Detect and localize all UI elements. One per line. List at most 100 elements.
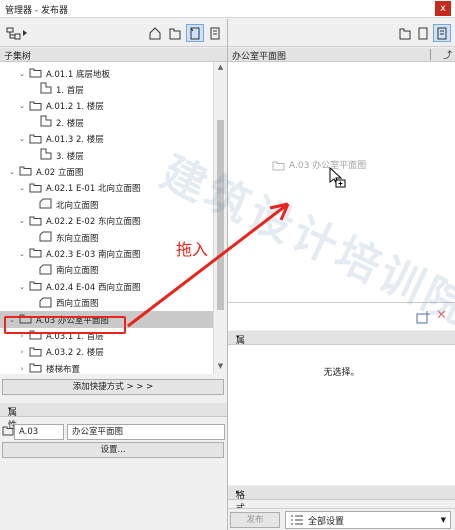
folder-icon: [26, 132, 46, 147]
right-layout-button[interactable]: [396, 24, 414, 42]
drag-in-label: 拖入: [176, 240, 209, 259]
elevation-view-icon: [39, 264, 52, 275]
drawing-icon: [190, 27, 200, 40]
folder-icon: [16, 164, 36, 179]
plan-view-icon: [40, 82, 52, 94]
tree-row-label: 东向立面图: [56, 233, 99, 244]
expand-chevron-icon[interactable]: ⌄: [18, 70, 26, 78]
folder-icon: [29, 347, 42, 357]
folder-icon: [26, 66, 46, 81]
plan-view-icon: [40, 148, 52, 160]
right-header-label: 办公室平面图: [232, 52, 287, 62]
folder-icon: [272, 161, 285, 170]
pin-icon[interactable]: ⤴: [443, 48, 452, 61]
expand-chevron-icon[interactable]: ⌄: [18, 102, 26, 110]
publisher-icon: [437, 27, 447, 40]
tree-row[interactable]: 2. 楼层: [0, 114, 213, 131]
elevation-view-icon: [39, 231, 52, 242]
collapsed-chevron-icon[interactable]: ›: [18, 348, 26, 356]
tree-row-label: 3. 楼层: [56, 151, 84, 162]
right-header: 办公室平面图 ⤴: [228, 48, 455, 62]
folder-icon: [29, 134, 42, 144]
tree-row[interactable]: ⌄ A.01.1 底层地板: [0, 65, 213, 82]
publisher-icon: [210, 27, 220, 40]
publish-button[interactable]: 发布: [230, 512, 280, 528]
tree-row[interactable]: 1. 首层: [0, 81, 213, 98]
drag-arrow-annotation: [127, 202, 290, 328]
layout-view-button[interactable]: [166, 24, 184, 42]
left-toolbar: [0, 19, 227, 47]
right-properties-panel: 无选择。: [228, 345, 455, 485]
left-props-header[interactable]: ▾ 属性: [0, 403, 227, 431]
expand-chevron-icon[interactable]: ⌄: [8, 168, 16, 176]
selection-highlight-box: [4, 316, 126, 334]
tree-row-label: A.03.2 2. 楼层: [46, 348, 104, 359]
list-icon: [291, 515, 303, 525]
house-icon: [149, 27, 161, 40]
house-view-button[interactable]: [146, 24, 164, 42]
id-field[interactable]: A.03: [14, 424, 64, 440]
name-field[interactable]: 办公室平面图: [67, 424, 225, 440]
elevation-view-icon: [36, 197, 56, 212]
tree-row-label: 南向立面图: [56, 266, 99, 277]
folder-icon: [26, 214, 46, 229]
tree-row-label: A.01.3 2. 楼层: [46, 135, 104, 146]
drawing-view-button[interactable]: [186, 24, 204, 42]
expand-chevron-icon[interactable]: ⌄: [18, 135, 26, 143]
chevron-down-icon: ▼: [440, 516, 446, 524]
left-bottom-bar: [0, 508, 227, 530]
folder-icon: [29, 363, 42, 373]
plan-view-icon: [36, 148, 56, 163]
tree-row[interactable]: › A.03.2 2. 楼层: [0, 344, 213, 361]
scroll-down-arrow-icon[interactable]: ▼: [214, 362, 227, 370]
right-publisher-button[interactable]: [433, 24, 451, 42]
tree-row-label: A.01.2 1. 楼层: [46, 102, 104, 113]
set-dropdown[interactable]: 全部设置 ▼: [285, 511, 451, 529]
plan-view-icon: [40, 115, 52, 127]
elevation-view-icon: [39, 198, 52, 209]
plan-view-icon: [36, 82, 56, 97]
add-shortcut-button[interactable]: 添加快捷方式 > > >: [2, 379, 224, 395]
expand-chevron-icon[interactable]: ⌄: [18, 250, 26, 258]
folder-icon: [26, 361, 46, 374]
item-type-icon: [2, 424, 14, 438]
folder-icon: [19, 166, 32, 176]
tree-row-label: A.01.1 底层地板: [46, 69, 110, 80]
settings-button[interactable]: 设置...: [2, 442, 224, 458]
drawing-icon: [418, 27, 428, 40]
elevation-view-icon: [39, 297, 52, 308]
title-bar: 管理器 - 发布器 x: [0, 0, 455, 18]
no-selection-text: 无选择。: [323, 368, 360, 378]
expand-chevron-icon[interactable]: ⌄: [18, 217, 26, 225]
folder-icon: [29, 281, 42, 291]
expand-chevron-icon[interactable]: ⌄: [18, 184, 26, 192]
tree-mode-dropdown[interactable]: [4, 24, 30, 42]
format-header[interactable]: ▸ 格式: [228, 486, 455, 514]
expand-chevron-icon[interactable]: ⌄: [18, 283, 26, 291]
set-dropdown-value: 全部设置: [308, 516, 345, 527]
tree-row[interactable]: ⌄ A.01.2 1. 楼层: [0, 98, 213, 115]
bottom-bar: 发布 全部设置 ▼: [228, 508, 455, 530]
window-title: 管理器 - 发布器: [5, 6, 68, 16]
tree-row-label: 西向立面图: [56, 299, 99, 310]
publisher-view-button[interactable]: [206, 24, 224, 42]
folder-icon: [26, 181, 46, 196]
tree-row-label: 楼梯布置: [46, 364, 81, 374]
folder-icon: [26, 246, 46, 261]
collapsed-chevron-icon[interactable]: ›: [18, 365, 26, 373]
right-toolbar: [228, 19, 455, 47]
elevation-view-icon: [36, 263, 56, 278]
folder-icon: [29, 248, 42, 258]
close-button[interactable]: x: [435, 1, 451, 16]
drag-preview: A.03 办公室平面图: [272, 158, 366, 171]
tree-header-label: 子集树: [4, 52, 32, 62]
tree-row[interactable]: › 楼梯布置: [0, 360, 213, 374]
folder-icon: [29, 216, 42, 226]
right-drawing-button[interactable]: [414, 24, 432, 42]
scroll-up-arrow-icon[interactable]: ▲: [214, 63, 227, 71]
tree-row-label: 北向立面图: [56, 200, 99, 211]
folder-icon: [26, 279, 46, 294]
folder-icon: [26, 99, 46, 114]
folder-icon: [26, 345, 46, 360]
tree-row-label: 2. 楼层: [56, 118, 84, 129]
